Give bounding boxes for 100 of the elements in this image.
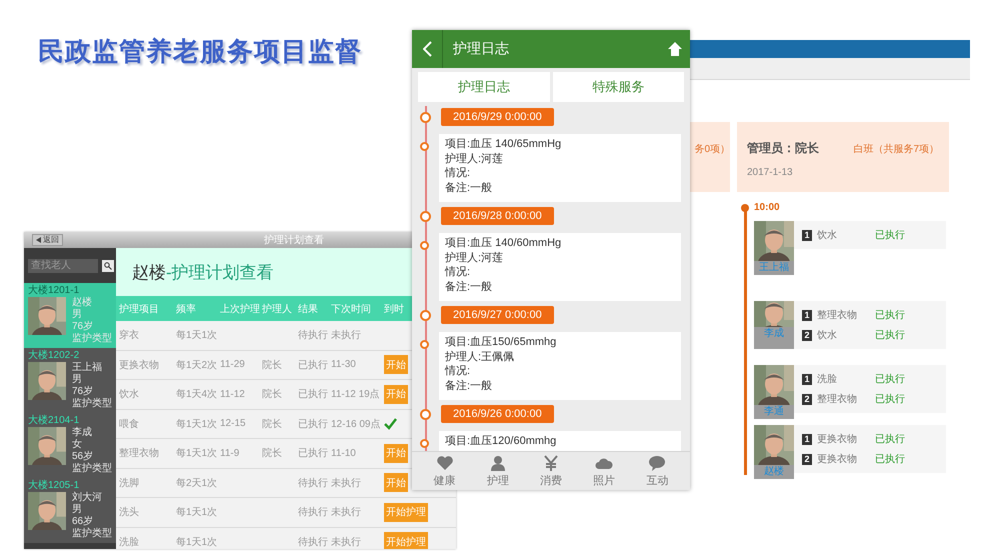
timeline-dot xyxy=(420,408,431,420)
timeline-dot xyxy=(420,310,431,320)
room-label: 大楼1205-1 xyxy=(28,479,80,492)
resident-item[interactable]: 大楼1205-1 刘大河 男 66岁 监护类型 xyxy=(24,478,116,543)
timeline-dot xyxy=(420,340,429,349)
task-status: 已执行 xyxy=(875,452,905,466)
date-badge: 2016/9/26 0:00:00 xyxy=(441,405,554,423)
table-cell-text: 院长 xyxy=(262,418,283,431)
timeline-dot xyxy=(420,241,429,250)
column-header: 下次时间 xyxy=(331,302,372,316)
task-number: 1 xyxy=(802,310,812,320)
tab[interactable]: 特殊服务 xyxy=(552,72,684,102)
task-name: 更换衣物 xyxy=(817,452,858,466)
task-number: 1 xyxy=(802,434,812,444)
task-number: 1 xyxy=(802,230,812,240)
table-cell-text: 11-10 xyxy=(331,448,357,459)
resident-name: 李成 xyxy=(72,427,93,439)
slide-title: 民政监管养老服务项目监督 xyxy=(38,35,362,68)
tab-bar-item[interactable]: 照片 xyxy=(585,452,624,490)
tab-bar-item[interactable]: 健康 xyxy=(426,452,464,490)
task-number: 1 xyxy=(802,374,812,384)
task-status: 已执行 xyxy=(875,228,905,242)
log-line: 护理人:河莲 xyxy=(445,152,504,166)
resident-type: 监护类型 xyxy=(72,333,112,345)
task-name: 整理衣物 xyxy=(817,392,858,406)
room-label: 大楼2104-1 xyxy=(28,414,80,426)
resident-gender: 男 xyxy=(72,309,82,321)
shift-summary: 白班（共服务7项） xyxy=(853,142,939,156)
search-field[interactable]: 查找老人 xyxy=(28,258,98,272)
screen-title: 护理日志 xyxy=(453,40,510,58)
date-badge: 2016/9/28 0:00:00 xyxy=(441,207,554,225)
task-name: 饮水 xyxy=(817,228,838,242)
task-status: 已执行 xyxy=(875,328,905,342)
search-button[interactable] xyxy=(102,260,114,272)
table-cell-text: 待执行 xyxy=(298,506,329,520)
table-cell-text: 更换衣物 xyxy=(118,358,160,372)
table-cell-text: 洗头 xyxy=(118,506,140,520)
resident-gender: 男 xyxy=(72,374,82,386)
task-status: 已执行 xyxy=(875,308,905,322)
back-icon[interactable] xyxy=(422,41,432,57)
log-line: 项目:血压120/60mmhg xyxy=(445,434,558,448)
tab[interactable]: 护理日志 xyxy=(418,72,550,102)
table-cell-text: 待执行 xyxy=(298,476,329,490)
resident-type: 监护类型 xyxy=(72,398,112,410)
timeline-dot xyxy=(420,439,429,448)
start-care-button[interactable]: 开始 xyxy=(384,444,408,463)
table-cell-text: 11-29 xyxy=(220,359,246,370)
table-cell-text: 每1天1次 xyxy=(176,536,218,549)
tab-bar-item[interactable]: 护理 xyxy=(478,452,517,490)
log-line: 项目:血压 140/65mmHg xyxy=(445,137,562,152)
table-cell-text: 11-9 xyxy=(220,448,240,459)
date-badge: 2016/9/29 0:00:00 xyxy=(441,108,554,126)
back-button[interactable]: 返回 xyxy=(32,234,63,246)
start-care-button[interactable]: 开始护理 xyxy=(384,502,428,522)
table-cell-text: 12-15 xyxy=(220,418,247,430)
task-number: 2 xyxy=(802,454,812,464)
resident-item[interactable]: 大楼1202-2 王上福 男 76岁 监护类型 xyxy=(24,348,116,413)
timeline-dot xyxy=(420,142,429,151)
date-badge: 2016/9/27 0:00:00 xyxy=(441,306,554,324)
column-header: 结果 xyxy=(298,302,319,316)
admin-name: 管理员：院长 xyxy=(747,140,819,157)
table-cell-text: 院长 xyxy=(262,446,283,460)
resident-type: 监护类型 xyxy=(72,463,112,475)
resident-item[interactable]: 大楼2104-1 李成 女 56岁 监护类型 xyxy=(24,413,116,478)
start-care-button[interactable]: 开始 xyxy=(384,473,408,492)
table-cell-text: 未执行 xyxy=(331,328,362,342)
log-line: 护理人:王佩佩 xyxy=(445,350,516,364)
task-name: 更换衣物 xyxy=(817,432,858,446)
resident-name: 刘大河 xyxy=(72,492,103,504)
column-header: 护理项目 xyxy=(118,302,160,316)
table-cell-text: 未执行 xyxy=(331,506,362,520)
table-cell-text: 院长 xyxy=(262,388,283,402)
start-care-button[interactable]: 开始护理 xyxy=(384,532,428,549)
resident-age: 66岁 xyxy=(72,516,94,528)
chat-bubble-icon xyxy=(648,454,666,470)
resident-gender: 男 xyxy=(72,504,82,516)
search-icon xyxy=(104,262,112,270)
task-number: 2 xyxy=(802,394,812,404)
table-cell-text: 待执行 xyxy=(298,328,329,342)
table-cell-text: 已执行 xyxy=(298,446,329,460)
table-cell-text: 每1天1次 xyxy=(176,418,218,431)
time-label: 10:00 xyxy=(754,202,780,213)
task-status: 已执行 xyxy=(875,372,905,386)
tab-bar-item[interactable]: 消费 xyxy=(532,452,570,490)
column-header: 护理人 xyxy=(262,302,293,316)
task-status: 已执行 xyxy=(875,432,905,446)
resident-age: 76岁 xyxy=(72,386,94,398)
home-icon[interactable] xyxy=(668,42,682,56)
start-care-button[interactable]: 开始 xyxy=(384,384,408,404)
table-cell-text: 洗脸 xyxy=(118,536,140,549)
table-cell-text: 院长 xyxy=(262,358,283,372)
column-header: 频率 xyxy=(176,302,197,316)
resident-name: 赵楼 xyxy=(72,297,93,309)
resident-age: 76岁 xyxy=(72,321,94,332)
task-name: 饮水 xyxy=(817,328,838,342)
resident-item[interactable]: 大楼1201-1 赵楼 男 76岁 监护类型 xyxy=(24,283,116,348)
start-care-button[interactable]: 开始 xyxy=(384,355,408,374)
table-cell-text: 整理衣物 xyxy=(118,446,160,460)
table-cell-text: 洗脚 xyxy=(118,476,140,490)
tab-bar-item[interactable]: 互动 xyxy=(638,452,676,490)
